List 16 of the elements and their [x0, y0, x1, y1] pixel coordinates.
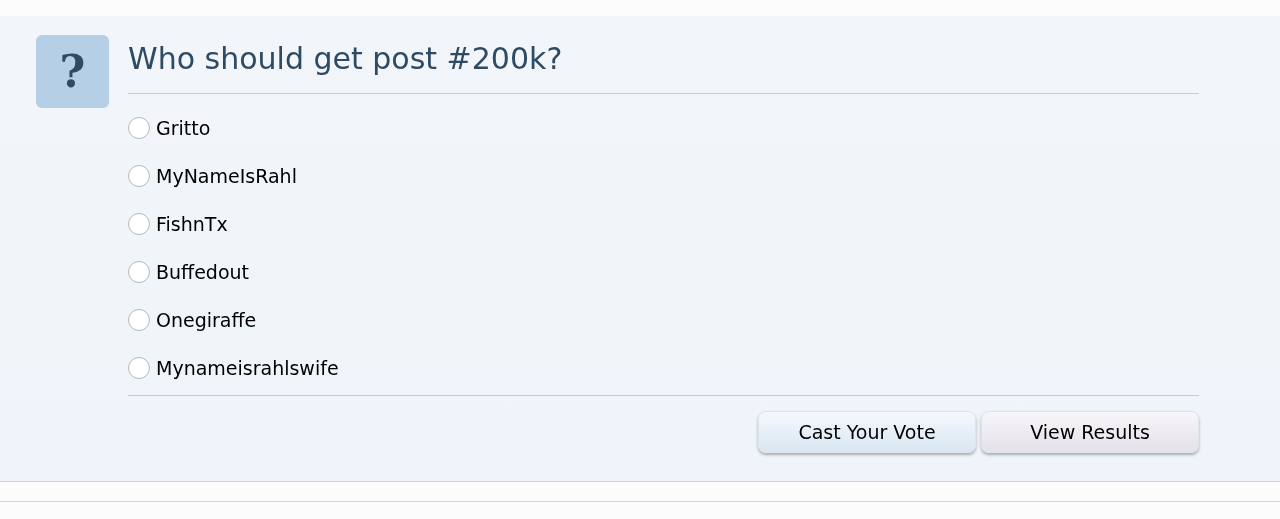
option-label: Gritto [156, 115, 211, 141]
poll-button[interactable]: View Results [981, 411, 1199, 453]
option-label: Mynameisrahlswife [156, 355, 339, 381]
poll-question: Who should get post #200k? [128, 40, 564, 78]
radio-button[interactable] [128, 213, 150, 235]
option-label: FishnTx [156, 211, 228, 237]
radio-button[interactable] [128, 117, 150, 139]
radio-button[interactable] [128, 165, 150, 187]
question-icon: ? [36, 35, 109, 108]
option-label: Buffedout [156, 259, 250, 285]
radio-button[interactable] [128, 261, 150, 283]
poll-button[interactable]: Cast Your Vote [758, 411, 976, 453]
option-label: Onegiraffe [156, 307, 257, 333]
option-label: MyNameIsRahl [156, 163, 297, 189]
radio-button[interactable] [128, 309, 150, 331]
radio-button[interactable] [128, 357, 150, 379]
